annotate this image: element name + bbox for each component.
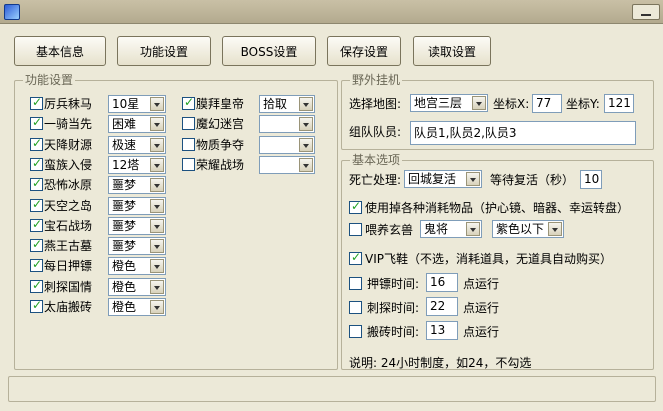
left-checkbox-0[interactable] [30,95,43,110]
left-checkbox-4[interactable] [30,176,43,192]
right-select-2[interactable] [259,135,315,154]
escort-run-label: 点运行 [463,277,500,291]
left-label-1: 一骑当先 [44,117,93,132]
feed-beast-select[interactable]: 鬼将 [420,220,482,238]
status-bar [8,376,656,402]
left-label-10: 太庙搬砖 [44,300,93,314]
y-label: 坐标Y: [566,97,600,111]
app-icon [4,4,20,20]
wait-input[interactable]: 10 [580,170,602,189]
left-select-7[interactable]: 噩梦 [108,237,166,256]
left-checkbox-2[interactable] [30,136,43,151]
spy-time-input[interactable]: 22 [426,297,458,316]
function-settings-button[interactable]: 功能设置 [117,36,211,66]
left-checkbox-5[interactable] [30,197,43,212]
right-checkbox-2[interactable] [182,137,195,151]
left-label-4: 恐怖冰原 [44,178,93,193]
left-select-4[interactable]: 噩梦 [108,176,166,195]
brick-time-checkbox[interactable] [349,325,362,338]
left-select-10[interactable]: 橙色 [108,298,166,316]
brick-time-label: 搬砖时间: [367,325,420,339]
note-text: 说明: 24小时制度，如24，不勾选 [349,356,532,370]
left-checkbox-6[interactable] [30,217,43,232]
x-input[interactable]: 77 [532,94,562,113]
spy-time-checkbox[interactable] [349,301,362,314]
title-bar [0,0,663,24]
right-select-1[interactable] [259,115,315,134]
left-label-0: 厉兵秣马 [44,97,93,111]
right-checkbox-1[interactable] [182,117,195,131]
right-checkbox-3[interactable] [182,157,195,171]
right-label-1: 魔幻迷宫 [196,117,245,132]
team-label: 组队队员: [349,125,402,139]
boss-settings-button[interactable]: BOSS设置 [222,36,316,66]
y-input[interactable]: 121 [604,94,634,113]
left-label-5: 天空之岛 [44,198,93,213]
spy-time-label: 刺探时间: [367,301,420,315]
death-label: 死亡处理: [349,173,402,187]
left-label-8: 每日押镖 [44,259,93,274]
spy-run-label: 点运行 [463,301,500,315]
right-label-2: 物质争夺 [196,137,245,152]
function-settings-title: 功能设置 [23,73,76,87]
use-items-label: 使用掉各种消耗物品（护心镜、暗器、幸运转盘） [365,201,630,215]
left-label-7: 燕王古墓 [44,239,93,254]
feed-quality-select[interactable]: 紫色以下 [492,220,564,238]
left-checkbox-1[interactable] [30,115,43,131]
left-checkbox-7[interactable] [30,237,43,253]
vip-shoes-checkbox[interactable] [349,250,362,265]
left-checkbox-8[interactable] [30,257,43,273]
right-label-0: 膜拜皇帝 [196,97,245,111]
brick-run-label: 点运行 [463,325,500,339]
field-hang-title: 野外挂机 [350,73,403,87]
use-items-checkbox[interactable] [349,199,362,214]
left-checkbox-9[interactable] [30,278,43,293]
right-select-3[interactable] [259,155,315,174]
map-select[interactable]: 地宫三层 [410,94,488,112]
feed-beast-label: 喂养玄兽 [365,223,414,237]
left-select-8[interactable]: 橙色 [108,257,166,276]
x-label: 坐标X: [493,97,530,111]
brick-time-input[interactable]: 13 [426,321,458,340]
left-select-2[interactable]: 极速 [108,135,166,154]
right-checkbox-0[interactable] [182,95,195,110]
left-select-6[interactable]: 噩梦 [108,216,166,235]
escort-time-checkbox[interactable] [349,277,362,290]
wait-label: 等待复活（秒） [490,173,575,187]
left-label-6: 宝石战场 [44,218,93,233]
right-select-0[interactable]: 拾取 [259,95,315,113]
left-label-2: 天降财源 [44,137,93,152]
minimize-button[interactable] [632,4,660,20]
left-checkbox-10[interactable] [30,298,43,313]
vip-shoes-label: VIP飞鞋（不选，消耗道具，无道具自动购买） [365,252,612,266]
escort-time-label: 押镖时间: [367,277,420,291]
left-checkbox-3[interactable] [30,156,43,171]
left-select-1[interactable]: 困难 [108,115,166,134]
left-select-3[interactable]: 12塔 [108,155,166,174]
left-select-5[interactable]: 噩梦 [108,196,166,215]
basic-options-title: 基本选项 [350,153,403,167]
left-label-9: 刺探国情 [44,279,93,294]
team-input[interactable]: 队员1,队员2,队员3 [410,121,636,145]
left-select-0[interactable]: 10星 [108,95,166,113]
feed-beast-checkbox[interactable] [349,223,362,236]
death-select[interactable]: 回城复活 [404,170,482,188]
escort-time-input[interactable]: 16 [426,273,458,292]
load-settings-button[interactable]: 读取设置 [413,36,491,66]
map-label: 选择地图: [349,97,402,111]
save-settings-button[interactable]: 保存设置 [327,36,401,66]
left-label-3: 蛮族入侵 [44,157,93,172]
basic-info-button[interactable]: 基本信息 [14,36,106,66]
right-label-3: 荣耀战场 [196,157,245,172]
left-select-9[interactable]: 橙色 [108,277,166,296]
